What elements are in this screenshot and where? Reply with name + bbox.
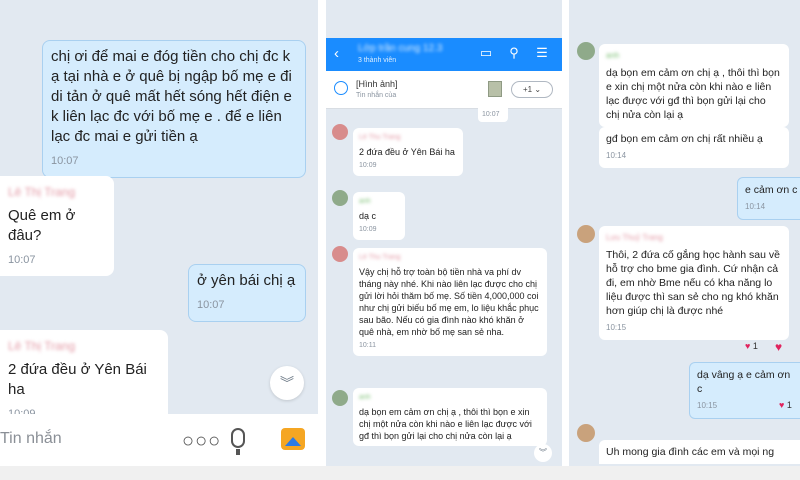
chevron-down-icon: ︾: [539, 448, 547, 457]
avatar[interactable]: [577, 225, 595, 243]
sender-name: anh: [606, 51, 620, 60]
bottom-strip: [0, 466, 800, 480]
message-time: 10:09: [359, 226, 377, 233]
message-time: 10:07: [482, 111, 500, 118]
heart-icon: ♥: [745, 341, 751, 351]
message-text: chị ơi để mai e đóg tiền cho chị đc k ạ …: [51, 48, 292, 145]
sender-name: anh: [359, 394, 371, 401]
chat-panel-middle: ‹ Lớp trần cung 12.3 3 thành viên ▭ ⚲ ☰ …: [326, 0, 562, 480]
message-time: 10:11: [359, 342, 376, 349]
chat-panel-left: chị ơi để mai e đóg tiền cho chị đc k ạ …: [0, 0, 318, 480]
message-bubble-incoming[interactable]: gđ bọn em cảm ơn chị rất nhiều ạ 10:14: [599, 127, 789, 168]
avatar[interactable]: [577, 424, 595, 442]
sender-name: Lê Thu Trang: [359, 254, 401, 261]
chat-header: ‹ Lớp trần cung 12.3 3 thành viên ▭ ⚲ ☰: [326, 38, 562, 71]
message-bubble-outgoing[interactable]: chị ơi để mai e đóg tiền cho chị đc k ạ …: [42, 40, 306, 178]
message-text: ở yên bái chị ạ: [197, 272, 296, 289]
message-text: dạ c: [359, 211, 377, 221]
heart-icon: ♥: [779, 400, 785, 410]
message-text: 2 đứa đều ở Yên Bái ha: [8, 361, 147, 398]
microphone-icon[interactable]: [231, 428, 245, 455]
message-text: Quê em ở đâu?: [8, 207, 76, 244]
message-bubble-incoming[interactable]: Lưu Thuỷ Trang Thôi, 2 đứa cố gắng học h…: [599, 226, 789, 340]
avatar[interactable]: [577, 42, 595, 60]
pinned-message-bar[interactable]: [Hình ảnh] Tin nhắn của +1 ⌄: [326, 71, 562, 109]
message-text: dạ bọn em cảm ơn chị ạ , thôi thì bọn e …: [359, 407, 532, 441]
heart-react-button[interactable]: ♥: [775, 340, 782, 354]
message-text: dạ bọn em cảm ơn chị ạ , thôi thì bọn e …: [606, 67, 780, 121]
panel-divider: [318, 0, 326, 480]
sender-name: anh: [359, 198, 371, 205]
message-time: 10:07: [197, 299, 225, 311]
message-bubble-outgoing[interactable]: ở yên bái chị ạ 10:07: [188, 264, 306, 322]
sender-name: Lê Thu Trang: [359, 134, 401, 141]
search-icon[interactable]: ⚲: [506, 45, 522, 61]
sender-name: Lưu Thuỷ Trang: [606, 233, 663, 242]
message-bubble-incoming[interactable]: Lê Thị Trang Quê em ở đâu? 10:07: [0, 176, 114, 276]
scroll-down-button[interactable]: ︾: [270, 366, 304, 400]
menu-icon[interactable]: ☰: [534, 45, 550, 61]
panel-divider: [562, 0, 569, 480]
message-text: gđ bọn em cảm ơn chị rất nhiều ạ: [606, 133, 763, 145]
sender-name: Lê Thị Trang: [8, 339, 76, 353]
message-time: 10:14: [606, 151, 627, 160]
chat-subtitle: 3 thành viên: [358, 57, 397, 64]
message-bubble-incoming[interactable]: Lê Thu Trang 2 đứa đều ở Yên Bái ha 10:0…: [353, 128, 463, 176]
message-bubble-outgoing[interactable]: dạ vâng ạ e cảm ơn c 10:15: [689, 362, 800, 419]
message-bubble-incoming[interactable]: 10:07: [478, 106, 508, 122]
message-time: 10:09: [359, 162, 377, 169]
pinned-title: [Hình ảnh]: [356, 79, 398, 89]
message-bubble-incoming[interactable]: Uh mong gia đình các em và mọi ng: [599, 440, 800, 464]
pinned-subtitle: Tin nhắn của: [356, 92, 397, 99]
message-text: Vậy chị hỗ trợ toàn bộ tiền nhà va phí d…: [359, 267, 539, 337]
chat-bubble-icon: [334, 81, 348, 95]
more-options-icon[interactable]: ○○○: [182, 431, 221, 451]
message-time: 10:14: [745, 202, 766, 211]
avatar[interactable]: [332, 390, 348, 406]
avatar[interactable]: [332, 124, 348, 140]
avatar[interactable]: [332, 246, 348, 262]
image-picker-icon[interactable]: [281, 428, 305, 450]
message-input-bar: Tin nhắn ○○○: [0, 414, 318, 466]
message-input[interactable]: Tin nhắn: [0, 430, 62, 448]
reaction-badge[interactable]: ♥ 1: [745, 341, 758, 351]
message-bubble-outgoing[interactable]: e cảm ơn c 10:14: [737, 177, 800, 220]
message-bubble-incoming[interactable]: anh dạ c 10:09: [353, 192, 405, 240]
message-text: 2 đứa đều ở Yên Bái ha: [359, 147, 455, 157]
message-bubble-incoming[interactable]: Lê Thu Trang Vậy chị hỗ trợ toàn bộ tiền…: [353, 248, 547, 356]
message-text: dạ vâng ạ e cảm ơn c: [697, 369, 791, 395]
back-arrow-icon[interactable]: ‹: [334, 45, 339, 62]
chat-panel-right: anh dạ bọn em cảm ơn chị ạ , thôi thì bọ…: [569, 0, 800, 480]
pinned-more-button[interactable]: +1 ⌄: [511, 81, 553, 98]
message-bubble-incoming[interactable]: anh dạ bọn em cảm ơn chị ạ , thôi thì bọ…: [599, 44, 789, 127]
message-time: 10:07: [8, 254, 36, 266]
message-bubble-incoming[interactable]: anh dạ bọn em cảm ơn chị ạ , thôi thì bọ…: [353, 388, 547, 446]
message-time: 10:07: [51, 155, 79, 167]
message-text: Thôi, 2 đứa cố gắng học hành sau về hỗ t…: [606, 249, 780, 317]
chat-title[interactable]: Lớp trần cung 12.3: [358, 43, 442, 54]
pinned-thumbnail[interactable]: [488, 81, 502, 97]
avatar[interactable]: [332, 190, 348, 206]
sender-name: Lê Thị Trang: [8, 185, 76, 199]
message-text: Uh mong gia đình các em và mọi ng: [606, 446, 775, 458]
message-text: e cảm ơn c: [745, 184, 798, 196]
chevron-down-icon: ︾: [280, 375, 294, 391]
scroll-down-button[interactable]: ︾: [534, 444, 552, 462]
reaction-badge[interactable]: ♥ 1: [779, 400, 792, 410]
message-time: 10:15: [606, 323, 627, 332]
video-call-icon[interactable]: ▭: [478, 45, 494, 61]
